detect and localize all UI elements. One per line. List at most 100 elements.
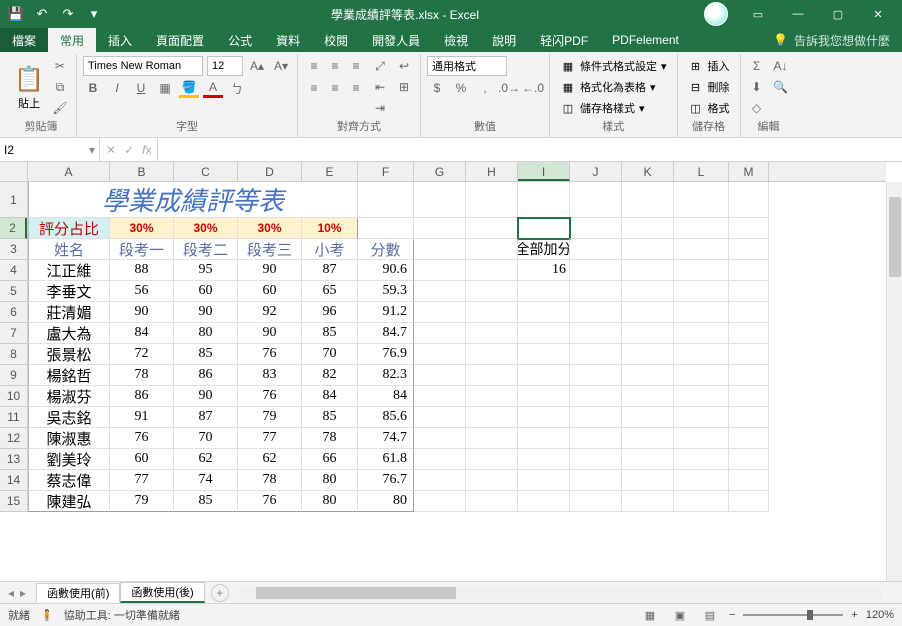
- decrease-indent-button[interactable]: ⇤: [370, 77, 390, 97]
- table-header-2[interactable]: 段考二: [174, 239, 238, 260]
- tab-page-layout[interactable]: 頁面配置: [144, 28, 216, 52]
- score[interactable]: 96: [302, 302, 358, 323]
- decrease-font-button[interactable]: A▾: [271, 56, 291, 76]
- score[interactable]: 77: [238, 428, 302, 449]
- format-painter-button[interactable]: 🖌: [50, 98, 70, 118]
- fill-button[interactable]: ⬇: [747, 77, 767, 97]
- column-header-E[interactable]: E: [302, 162, 358, 181]
- total-score[interactable]: 85.6: [358, 407, 414, 428]
- paste-button[interactable]: 📋 貼上: [12, 56, 46, 118]
- maximize-button[interactable]: ▢: [818, 0, 858, 28]
- score[interactable]: 85: [302, 323, 358, 344]
- tab-developer[interactable]: 開發人員: [360, 28, 432, 52]
- tab-file[interactable]: 檔案: [0, 28, 48, 52]
- score[interactable]: 70: [174, 428, 238, 449]
- column-header-M[interactable]: M: [729, 162, 769, 181]
- score[interactable]: 56: [110, 281, 174, 302]
- score[interactable]: 80: [174, 323, 238, 344]
- score[interactable]: 87: [174, 407, 238, 428]
- find-select-button[interactable]: 🔍: [771, 77, 791, 97]
- view-page-layout-button[interactable]: ▣: [669, 606, 691, 624]
- score[interactable]: 78: [238, 470, 302, 491]
- score[interactable]: 90: [174, 302, 238, 323]
- total-score[interactable]: 59.3: [358, 281, 414, 302]
- zoom-level[interactable]: 120%: [866, 609, 894, 621]
- number-format-select[interactable]: [427, 56, 507, 76]
- comma-button[interactable]: ,: [475, 78, 495, 98]
- formula-input[interactable]: [158, 138, 902, 161]
- autosum-button[interactable]: Σ: [747, 56, 767, 76]
- redo-button[interactable]: ↷: [56, 2, 80, 26]
- column-header-B[interactable]: B: [110, 162, 174, 181]
- row-header-6[interactable]: 6: [0, 302, 27, 323]
- conditional-formatting-button[interactable]: ▦條件式格式設定▾: [556, 56, 671, 76]
- clear-button[interactable]: ◇: [747, 98, 767, 118]
- table-header-1[interactable]: 段考一: [110, 239, 174, 260]
- ratio-2[interactable]: 30%: [238, 218, 302, 239]
- ribbon-options-button[interactable]: ▭: [738, 0, 778, 28]
- save-button[interactable]: 💾: [4, 2, 28, 26]
- font-size-select[interactable]: [207, 56, 243, 76]
- column-header-K[interactable]: K: [622, 162, 674, 181]
- total-score[interactable]: 80: [358, 491, 414, 512]
- row-header-7[interactable]: 7: [0, 323, 27, 344]
- minimize-button[interactable]: —: [778, 0, 818, 28]
- currency-button[interactable]: $: [427, 78, 447, 98]
- tab-help[interactable]: 說明: [480, 28, 528, 52]
- score[interactable]: 65: [302, 281, 358, 302]
- score[interactable]: 70: [302, 344, 358, 365]
- bonus-value[interactable]: 16: [518, 260, 570, 281]
- sheet-tab-1[interactable]: 函數使用(前): [36, 583, 120, 602]
- select-all-button[interactable]: [0, 162, 28, 182]
- view-normal-button[interactable]: ▦: [639, 606, 661, 624]
- tab-review[interactable]: 校閱: [312, 28, 360, 52]
- percent-button[interactable]: %: [451, 78, 471, 98]
- column-header-D[interactable]: D: [238, 162, 302, 181]
- close-button[interactable]: ✕: [858, 0, 898, 28]
- score[interactable]: 66: [302, 449, 358, 470]
- table-header-4[interactable]: 小考: [302, 239, 358, 260]
- student-name[interactable]: 吳志銘: [28, 407, 110, 428]
- zoom-slider[interactable]: [743, 614, 843, 616]
- score[interactable]: 72: [110, 344, 174, 365]
- cells-area[interactable]: 學業成績評等表評分占比30%30%30%10%姓名段考一段考二段考三小考分數全部…: [28, 182, 886, 581]
- score[interactable]: 74: [174, 470, 238, 491]
- bold-button[interactable]: B: [83, 78, 103, 98]
- student-name[interactable]: 楊淑芬: [28, 386, 110, 407]
- merge-center-button[interactable]: ⊞: [394, 77, 414, 97]
- align-right-button[interactable]: ≡: [346, 78, 366, 98]
- align-middle-button[interactable]: ≡: [325, 56, 345, 76]
- cancel-formula-icon[interactable]: ✕: [106, 143, 116, 157]
- active-cell-I2[interactable]: [518, 218, 570, 239]
- score[interactable]: 76: [238, 344, 302, 365]
- column-header-J[interactable]: J: [570, 162, 622, 181]
- row-header-5[interactable]: 5: [0, 281, 27, 302]
- decrease-decimal-button[interactable]: ←.0: [523, 78, 543, 98]
- row-header-4[interactable]: 4: [0, 260, 27, 281]
- total-score[interactable]: 74.7: [358, 428, 414, 449]
- total-score[interactable]: 76.7: [358, 470, 414, 491]
- table-header-5[interactable]: 分數: [358, 239, 414, 260]
- row-header-10[interactable]: 10: [0, 386, 27, 407]
- align-top-button[interactable]: ≡: [304, 56, 324, 76]
- format-as-table-button[interactable]: ▦格式化為表格▾: [556, 77, 671, 97]
- column-header-H[interactable]: H: [466, 162, 518, 181]
- undo-button[interactable]: ↶: [30, 2, 54, 26]
- copy-button[interactable]: ⧉: [50, 77, 70, 97]
- table-header-3[interactable]: 段考三: [238, 239, 302, 260]
- student-name[interactable]: 陳淑惠: [28, 428, 110, 449]
- score[interactable]: 90: [238, 323, 302, 344]
- delete-cells-button[interactable]: ⊟刪除: [684, 77, 734, 97]
- student-name[interactable]: 張景松: [28, 344, 110, 365]
- tab-data[interactable]: 資料: [264, 28, 312, 52]
- score[interactable]: 90: [238, 260, 302, 281]
- student-name[interactable]: 李垂文: [28, 281, 110, 302]
- score[interactable]: 86: [174, 365, 238, 386]
- score[interactable]: 80: [302, 470, 358, 491]
- score[interactable]: 80: [302, 491, 358, 512]
- total-score[interactable]: 84.7: [358, 323, 414, 344]
- student-name[interactable]: 蔡志偉: [28, 470, 110, 491]
- sheet-title[interactable]: 學業成績評等表: [28, 182, 358, 218]
- ratio-1[interactable]: 30%: [174, 218, 238, 239]
- score[interactable]: 83: [238, 365, 302, 386]
